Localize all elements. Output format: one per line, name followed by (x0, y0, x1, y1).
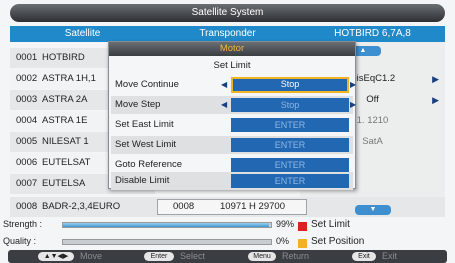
set-east-limit-button[interactable]: ENTER (231, 118, 349, 132)
option-label: Set West Limit (115, 139, 177, 150)
set-position-legend: Set Position (311, 236, 365, 247)
dialog-subtitle: Set Limit (213, 60, 251, 71)
move-step-value[interactable]: Stop (231, 98, 349, 112)
satellite-name: HOTBIRD (42, 52, 85, 63)
option-label: Move Step (115, 99, 161, 110)
satellite-system-screen: Satellite System Satellite Transponder H… (0, 0, 455, 263)
dialog-title: Motor (109, 42, 355, 56)
move-step-row[interactable]: Move Step ◀ Stop ▶ (111, 96, 356, 114)
disable-limit-row[interactable]: Disable Limit ENTER (111, 172, 353, 190)
column-header-satellite-name: HOTBIRD 6,7A,8 (300, 26, 445, 42)
menu-key-icon: Menu (248, 252, 276, 261)
left-arrow-icon[interactable]: ◀ (221, 80, 227, 89)
satellite-number: 0008 (16, 201, 38, 212)
satellite-number: 0007 (16, 178, 38, 189)
move-hint: Move (80, 251, 103, 261)
goto-reference-button[interactable]: ENTER (231, 158, 349, 172)
window-title: Satellite System (10, 4, 445, 22)
strength-label: Strength : (3, 219, 43, 229)
satellite-name: BADR-2,3,4EURO (42, 201, 121, 212)
quality-bar (62, 239, 272, 245)
right-arrow-icon[interactable]: ▶ (350, 100, 356, 109)
satellite-name: ASTRA 2A (42, 94, 88, 105)
navigation-keys-icon: ▲▼◀▶ (38, 252, 74, 261)
quality-label: Quality : (3, 236, 37, 246)
satellite-name: ASTRA 1H,1 (42, 73, 96, 84)
satellite-name: EUTELSA (42, 178, 86, 189)
help-bar: ▲▼◀▶ Move Enter Select Menu Return Exit … (8, 250, 447, 263)
strength-bar-fill (63, 223, 269, 227)
option-label: Set East Limit (115, 119, 174, 130)
return-hint: Return (282, 251, 310, 261)
move-continue-value[interactable]: Stop (231, 77, 349, 93)
strength-bar (62, 222, 272, 228)
left-arrow-icon[interactable]: ◀ (221, 100, 227, 109)
satellite-number: 0003 (16, 94, 38, 105)
set-west-limit-row[interactable]: Set West Limit ENTER (111, 136, 353, 154)
satellite-name: NILESAT 1 (42, 136, 89, 147)
select-hint: Select (180, 251, 206, 261)
satellite-number: 0006 (16, 157, 38, 168)
transponder-value: 10971 H 29700 (220, 201, 285, 212)
satellite-name: EUTELSAT (42, 157, 91, 168)
right-arrow-icon[interactable]: ▶ (432, 69, 439, 89)
column-header-satellite: Satellite (10, 26, 155, 42)
scroll-down-icon[interactable]: ▼ (355, 205, 391, 215)
exit-key-icon: Exit (352, 252, 376, 261)
red-key-icon (298, 222, 307, 231)
exit-hint: Exit (382, 251, 398, 261)
disable-limit-button[interactable]: ENTER (231, 174, 349, 188)
option-label: Disable Limit (115, 175, 170, 186)
option-value: Stop (280, 79, 300, 89)
satellite-number: 0005 (16, 136, 38, 147)
quality-percent: 0% (276, 236, 290, 246)
column-header-transponder: Transponder (155, 26, 300, 42)
enter-key-icon: Enter (144, 252, 174, 261)
satellite-number: 0004 (16, 115, 38, 126)
satellite-number: 0002 (16, 73, 38, 84)
motor-dialog: Motor Set Limit Move Continue ◀ Stop ▶ M… (108, 41, 356, 190)
strength-percent: 99% (276, 219, 295, 229)
set-limit-legend: Set Limit (311, 219, 350, 230)
move-continue-row[interactable]: Move Continue ◀ Stop ▶ (111, 76, 356, 94)
transponder-number: 0008 (173, 201, 195, 212)
right-arrow-icon[interactable]: ▶ (350, 80, 356, 89)
set-east-limit-row[interactable]: Set East Limit ENTER (111, 116, 353, 134)
yellow-key-icon (298, 239, 307, 248)
satellite-number: 0001 (16, 52, 38, 63)
toneburst-value: Off (366, 94, 379, 105)
diseqc-value: DisEqC1.2 (349, 73, 396, 84)
satellite-name: ASTRA 1E (42, 115, 88, 126)
option-label: Move Continue (115, 79, 179, 90)
right-arrow-icon[interactable]: ▶ (432, 90, 439, 110)
set-west-limit-button[interactable]: ENTER (231, 138, 349, 152)
